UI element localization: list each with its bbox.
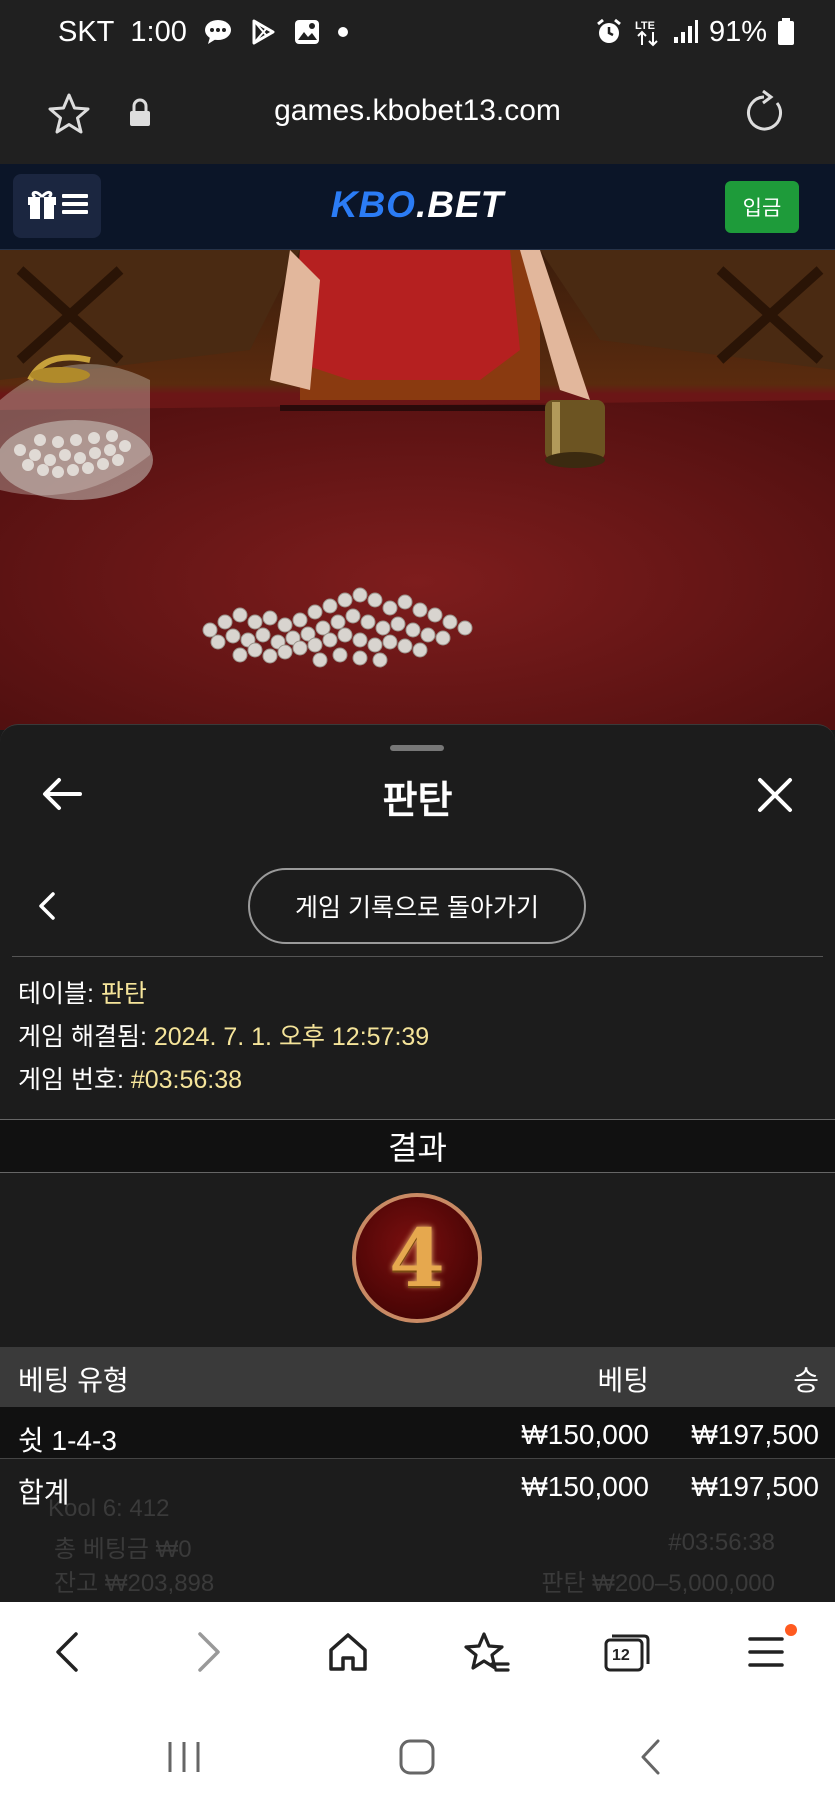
live-game-video xyxy=(0,250,835,730)
browser-toolbar: 12 xyxy=(0,1602,835,1704)
info-row-table: 테이블: 판탄 xyxy=(18,980,147,1008)
clock: 1:00 xyxy=(130,15,187,48)
header-bet: 베팅 xyxy=(597,1365,649,1396)
play-store-icon xyxy=(249,18,277,46)
url-text[interactable]: games.kbobet13.com xyxy=(0,94,835,128)
ghost-text-3: 잔고 ₩203,898 xyxy=(54,1570,215,1597)
home-icon[interactable] xyxy=(326,1630,370,1679)
ghost-text-4: 판탄 ₩200–5,000,000 xyxy=(541,1570,775,1597)
bet-table-header: 베팅 유형 베팅 승 xyxy=(0,1347,835,1407)
deposit-button[interactable]: 입금 xyxy=(725,181,799,233)
battery-percent: 91% xyxy=(708,15,767,48)
info-row-resolved: 게임 해결됨: 2024. 7. 1. 오후 12:57:39 xyxy=(18,1023,430,1051)
header-bet-type: 베팅 유형 xyxy=(18,1365,129,1396)
recent-apps-icon[interactable] xyxy=(166,1740,202,1779)
sheet-title: 판탄 xyxy=(382,780,453,822)
game-detail-sheet: Kool 6: 412 총 베팅금 ₩0 잔고 ₩203,898 판탄 ₩200… xyxy=(0,724,835,1602)
menu-icon[interactable] xyxy=(746,1630,786,1679)
divider xyxy=(12,956,823,957)
total-row: 합계 ₩150,000 ₩197,500 xyxy=(18,1471,819,1508)
battery-icon xyxy=(777,18,795,46)
gallery-icon xyxy=(293,18,321,46)
forward-icon[interactable] xyxy=(194,1630,224,1679)
ghost-text-2: 총 베팅금 ₩0 xyxy=(54,1536,192,1563)
game-info: 테이블: 판탄 게임 해결됨: 2024. 7. 1. 오후 12:57:39 … xyxy=(18,973,429,1102)
site-header: KBO.BET 입금 xyxy=(0,164,835,250)
result-header: 결과 xyxy=(0,1119,835,1173)
site-logo[interactable]: KBO.BET xyxy=(0,184,835,226)
browser-url-bar: games.kbobet13.com xyxy=(0,64,835,164)
bookmarks-icon[interactable] xyxy=(462,1630,510,1681)
system-nav-bar xyxy=(0,1704,835,1810)
back-to-history-button[interactable]: 게임 기록으로 돌아가기 xyxy=(248,868,586,944)
back-icon[interactable] xyxy=(52,1630,82,1679)
header-win: 승 xyxy=(793,1365,819,1396)
drag-handle[interactable] xyxy=(390,745,444,751)
notification-dot xyxy=(785,1624,797,1636)
result-ball: 4 xyxy=(352,1193,482,1323)
status-bar: SKT 1:00 LTE 91% xyxy=(0,0,835,64)
ghost-text-5: #03:56:38 xyxy=(668,1529,775,1556)
close-icon[interactable] xyxy=(757,777,793,818)
lte-icon: LTE xyxy=(633,17,663,47)
svg-text:LTE: LTE xyxy=(635,20,655,32)
table-row: 쉿 1-4-3 ₩150,000 ₩197,500 xyxy=(0,1407,835,1459)
carrier: SKT xyxy=(58,15,115,48)
chat-icon xyxy=(203,18,233,46)
signal-icon xyxy=(673,19,699,45)
alarm-icon xyxy=(595,18,623,46)
reload-icon[interactable] xyxy=(741,89,787,141)
back-nav-icon[interactable] xyxy=(638,1738,664,1781)
tabs-icon[interactable]: 12 xyxy=(602,1630,650,1679)
result-number: 4 xyxy=(389,1211,445,1305)
home-nav-icon[interactable] xyxy=(398,1738,436,1781)
chevron-left-icon[interactable] xyxy=(38,891,56,926)
dot-icon xyxy=(337,26,349,38)
info-row-game-number: 게임 번호: #03:56:38 xyxy=(18,1066,243,1094)
